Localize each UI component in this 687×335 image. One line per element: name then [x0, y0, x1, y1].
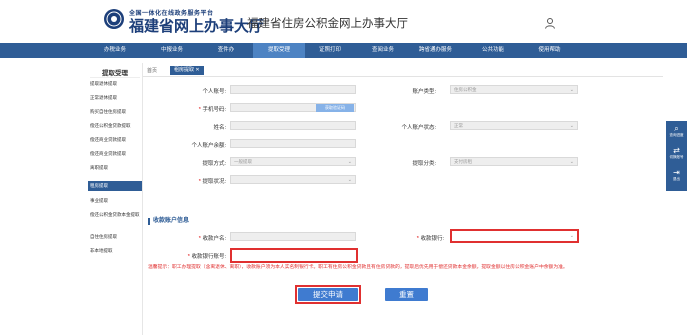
account-type-label: 账户类型:: [412, 89, 436, 95]
reset-button[interactable]: 重置: [385, 288, 428, 301]
status-label: * 提取状况:: [150, 177, 226, 185]
sidebar-item[interactable]: 离职提取: [90, 165, 142, 171]
tab-bar: 首页 租房提取 ✕: [143, 66, 663, 77]
status-label-text: 提取状况:: [202, 179, 226, 185]
sidebar-item[interactable]: 购买自住住房提取: [90, 109, 142, 115]
nav-item-print[interactable]: 证照打印: [305, 43, 355, 58]
nav-item-withdrawal[interactable]: 提取受理: [253, 43, 305, 58]
tab-home[interactable]: 首页: [147, 67, 157, 74]
get-code-button[interactable]: 获取验证码: [316, 104, 354, 112]
account-status-label: 个人账户状态:: [401, 125, 436, 131]
sidebar-item[interactable]: 事业提取: [90, 198, 142, 204]
logo-title[interactable]: 福建省网上办事大厅: [129, 15, 264, 36]
emblem-icon: [104, 9, 124, 29]
sidebar-item[interactable]: 偿还商业贷款提取: [90, 137, 142, 143]
exit-button[interactable]: ⇥ 退出: [666, 168, 687, 181]
payee-label: * 收款户名:: [150, 234, 226, 242]
name-label: 姓名:: [213, 125, 226, 131]
bank-highlight: [450, 229, 579, 243]
nav-item-help[interactable]: 使用帮助: [522, 43, 577, 58]
progress-query-button[interactable]: ⌕ 查询进度: [666, 124, 687, 137]
sidebar-title: 提取受理: [102, 70, 128, 77]
sidebar-item[interactable]: 偿还公积金贷款本金提取: [90, 212, 142, 218]
bank-account-highlight: [230, 248, 358, 263]
balance-label: 个人账户余额:: [191, 143, 226, 149]
method-label: 提取方式:: [202, 161, 226, 167]
chevron-down-icon: ⌄: [347, 177, 352, 183]
nav-item-declare[interactable]: 中报业务: [153, 43, 191, 58]
name-field[interactable]: [230, 121, 356, 130]
progress-query-label: 查询进度: [669, 133, 684, 137]
site-title: 福建省住房公积金网上办事大厅: [247, 18, 408, 30]
tab-rent-withdrawal[interactable]: 租房提取 ✕: [170, 66, 204, 75]
status-select[interactable]: ⌄: [230, 175, 356, 184]
sidebar-item-rent[interactable]: 租房提取: [88, 181, 142, 191]
chevron-down-icon: ⌄: [569, 159, 574, 165]
user-icon[interactable]: [544, 17, 556, 29]
personal-account-field[interactable]: [230, 85, 356, 94]
sidebar: 提取受理 提取退休提取 正常退休提取 购买自住住房提取 偿还公积金贷款提取 偿还…: [88, 63, 143, 335]
switch-account-label: 切换账号: [669, 155, 684, 159]
bank-account-label: * 收款银行账号:: [150, 252, 226, 260]
sidebar-item[interactable]: 提取退休提取: [90, 81, 142, 87]
nav-item-query[interactable]: 查件办: [207, 43, 245, 58]
bank-account-label-text: 收款银行账号:: [191, 254, 226, 260]
account-type-value: 住房公积金: [454, 87, 477, 92]
sidebar-item[interactable]: 非本地提取: [90, 248, 142, 254]
payee-field[interactable]: [230, 232, 356, 241]
right-float-panel: ⌕ 查询进度 ⇄ 切换账号 ⇥ 退出: [666, 121, 687, 191]
chevron-down-icon: ⌄: [347, 159, 352, 165]
sidebar-item[interactable]: 偿还公积金贷款提取: [90, 123, 142, 129]
main-nav: 办税业务 中报业务 查件办 提取受理 证照打印 查阅业务 跨省通办服务 公共功能…: [0, 43, 687, 58]
account-status-select[interactable]: 正常 ⌄: [450, 121, 578, 130]
sidebar-item[interactable]: 正常退休提取: [90, 95, 142, 101]
nav-item-lookup[interactable]: 查阅业务: [358, 43, 408, 58]
method-value: 一般提取: [234, 159, 252, 164]
balance-field[interactable]: [230, 139, 356, 148]
category-select[interactable]: 支付房租 ⌄: [450, 157, 578, 166]
sidebar-item[interactable]: 自住住房提取: [90, 234, 142, 240]
header: 全国一体化在线政务服务平台 福建省网上办事大厅 福建省住房公积金网上办事大厅: [0, 0, 687, 43]
method-select[interactable]: 一般提取 ⌄: [230, 157, 356, 166]
tab-label: 租房提取: [174, 67, 195, 73]
switch-account-button[interactable]: ⇄ 切换账号: [666, 146, 687, 159]
category-value: 支付房租: [454, 159, 472, 164]
bank-label-text: 收款银行:: [420, 236, 444, 242]
category-label: 提取分类:: [412, 161, 436, 167]
nav-item-public[interactable]: 公共功能: [468, 43, 518, 58]
account-status-value: 正常: [454, 123, 463, 128]
submit-highlight: [295, 285, 361, 304]
switch-icon: ⇄: [673, 146, 680, 155]
close-icon[interactable]: ✕: [195, 67, 199, 73]
exit-icon: ⇥: [673, 168, 680, 177]
payee-label-text: 收款户名:: [202, 236, 226, 242]
nav-item-cross-province[interactable]: 跨省通办服务: [408, 43, 463, 58]
nav-item-tax[interactable]: 办税业务: [96, 43, 134, 58]
sidebar-item[interactable]: 偿还商业贷款提取: [90, 151, 142, 157]
exit-label: 退出: [673, 177, 680, 181]
notice-text: 温馨提示：职工办理提取（含离退休、离职），收款账户须为本人实名制银行卡。职工有住…: [148, 265, 568, 270]
receipt-section-title: 收款账户信息: [148, 218, 189, 225]
chevron-down-icon: ⌄: [569, 87, 574, 93]
phone-label-text: 手机号码:: [202, 107, 226, 113]
divider: [90, 77, 140, 78]
search-icon: ⌕: [674, 124, 679, 133]
phone-label: * 手机号码:: [150, 105, 226, 113]
personal-account-label: 个人账号:: [202, 89, 226, 95]
bank-label: * 收款银行:: [360, 234, 444, 242]
account-type-select[interactable]: 住房公积金 ⌄: [450, 85, 578, 94]
chevron-down-icon: ⌄: [569, 123, 574, 129]
